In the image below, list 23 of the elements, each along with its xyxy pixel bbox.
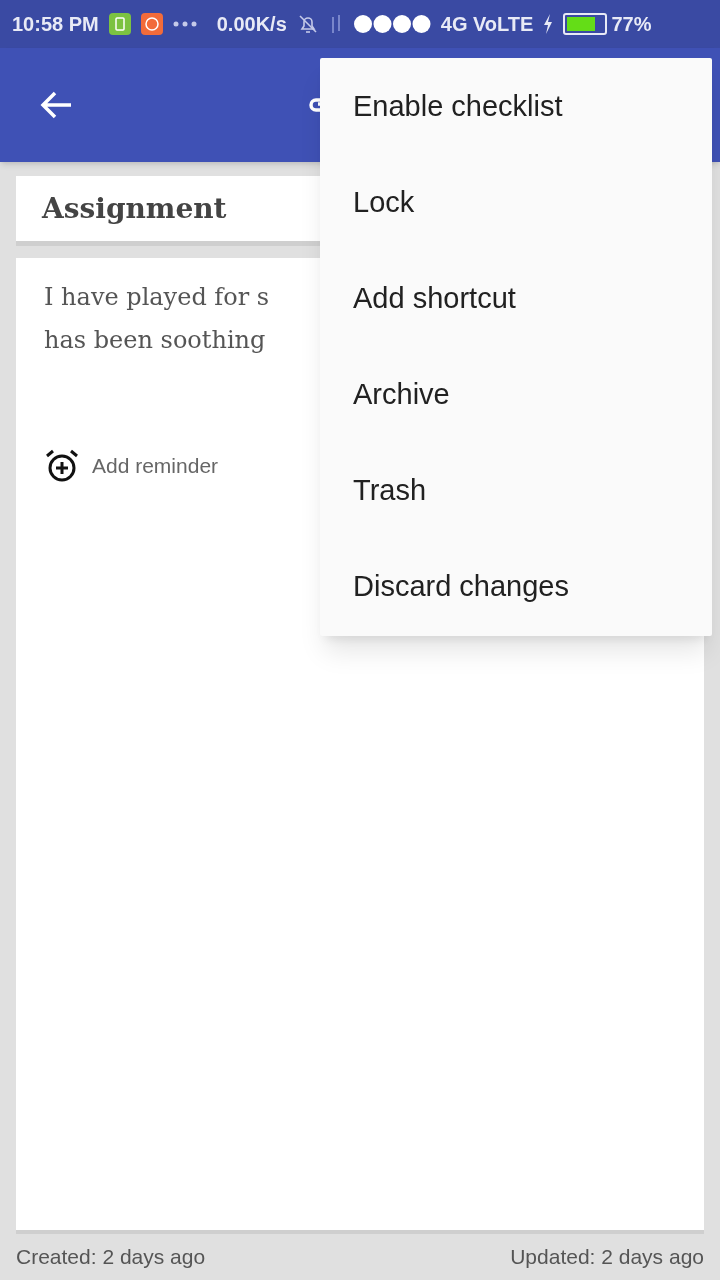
menu-item[interactable]: Discard changes [320,539,712,635]
menu-item[interactable]: Trash [320,443,712,539]
network-type: 4G VoLTE [440,12,534,37]
add-reminder-button[interactable]: Add reminder [44,448,219,484]
menu-item[interactable]: Enable checklist [320,59,712,155]
menu-item[interactable]: Archive [320,347,712,443]
alarm-add-icon [44,448,80,484]
recorder-icon [140,13,163,35]
more-dots-icon [172,21,197,27]
clock: 10:58 PM [12,12,99,37]
created-date: Created: 2 days ago [16,1244,206,1271]
updated-date: Updated: 2 days ago [510,1244,704,1271]
signal-dots-icon [352,14,431,34]
battery-icon [563,13,608,35]
back-arrow-icon [39,90,73,120]
menu-item[interactable]: Lock [320,155,712,251]
sim-card-icon [108,13,131,35]
bell-off-icon [296,13,319,35]
charging-icon [543,14,554,34]
note-title[interactable]: Assignment [42,187,227,230]
battery-percent: 77% [611,12,652,37]
menu-item[interactable]: Add shortcut [320,251,712,347]
network-speed: 0.00K/s [216,12,287,37]
